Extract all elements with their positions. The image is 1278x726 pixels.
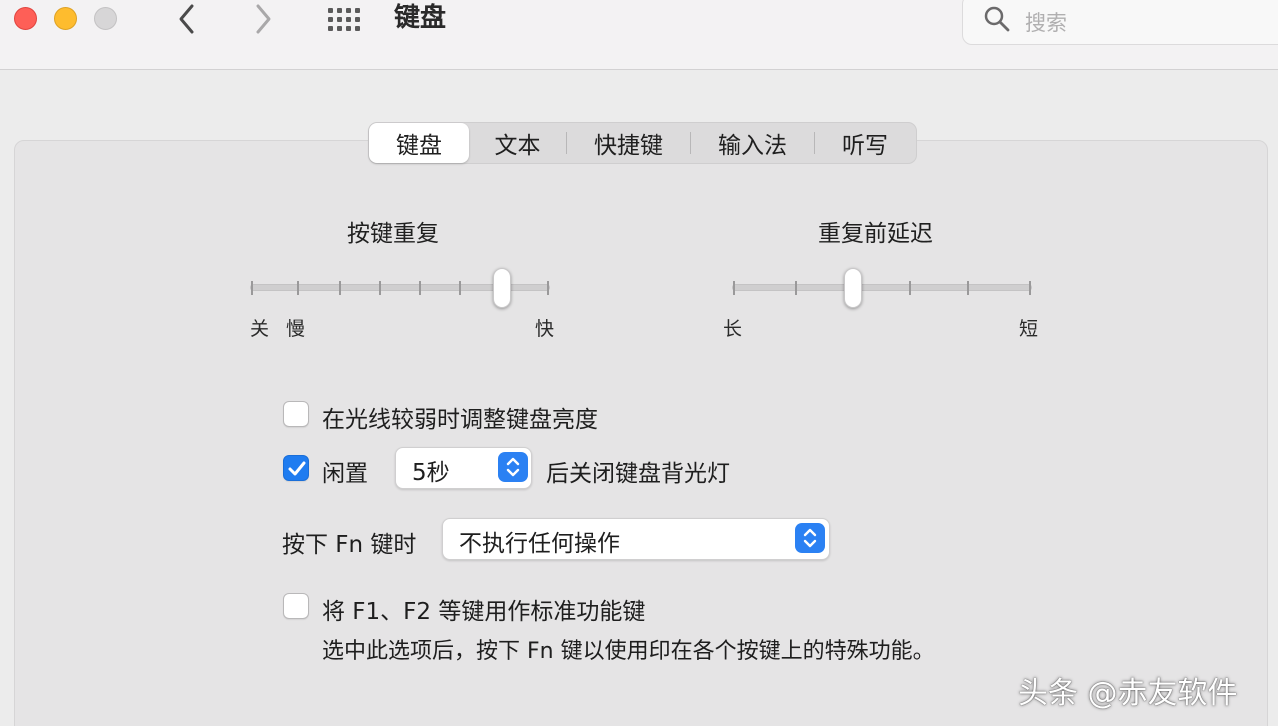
- standard-function-keys-description: 选中此选项后，按下 Fn 键以使用印在各个按键上的特殊功能。: [322, 639, 935, 664]
- window-title: 键盘: [394, 3, 447, 33]
- fn-key-action-value: 不执行任何操作: [459, 531, 620, 557]
- adjust-brightness-label: 在光线较弱时调整键盘亮度: [322, 407, 598, 433]
- standard-function-keys-checkbox[interactable]: [283, 593, 309, 619]
- key-repeat-off-label: 关: [250, 318, 270, 340]
- up-down-chevron-icon: [803, 528, 817, 548]
- tab-label: 键盘: [396, 133, 442, 159]
- zoom-window-button[interactable]: [94, 7, 117, 30]
- delay-short-label: 短: [1019, 318, 1039, 340]
- popup-stepper: [795, 523, 825, 553]
- search-icon: [984, 6, 1010, 32]
- turn-off-backlight-checkbox[interactable]: [283, 455, 309, 481]
- adjust-brightness-checkbox[interactable]: [283, 401, 309, 427]
- backlight-duration-popup[interactable]: 5秒: [395, 447, 532, 489]
- key-repeat-fast-label: 快: [535, 318, 555, 340]
- tab-shortcuts[interactable]: 快捷键: [567, 123, 690, 163]
- tab-bar: 键盘 文本 快捷键 输入法 听写: [368, 122, 917, 164]
- search-placeholder: 搜索: [1025, 11, 1067, 35]
- tab-label: 输入法: [718, 133, 787, 159]
- close-window-button[interactable]: [14, 7, 37, 30]
- tab-label: 听写: [842, 133, 888, 159]
- delay-until-repeat-title: 重复前延迟: [818, 221, 933, 247]
- key-repeat-slider-knob[interactable]: [493, 268, 511, 308]
- tab-text[interactable]: 文本: [469, 123, 566, 163]
- checkmark-icon: [288, 461, 306, 476]
- standard-function-keys-label: 将 F1、F2 等键用作标准功能键: [322, 599, 646, 625]
- tab-dictation[interactable]: 听写: [815, 123, 915, 163]
- delay-long-label: 长: [723, 318, 743, 340]
- watermark-text: 头条 @赤友软件: [1018, 676, 1238, 711]
- title-bar: 键盘 搜索: [0, 0, 1278, 70]
- tab-label: 文本: [494, 133, 541, 159]
- backlight-suffix-label: 后关闭键盘背光灯: [546, 461, 730, 487]
- fn-key-action-popup[interactable]: 不执行任何操作: [442, 518, 830, 560]
- minimize-window-button[interactable]: [54, 7, 77, 30]
- chevron-left-icon: [179, 4, 194, 34]
- delay-until-repeat-slider-knob[interactable]: [844, 268, 862, 308]
- back-button[interactable]: [172, 2, 202, 36]
- tab-label: 快捷键: [594, 133, 663, 159]
- up-down-chevron-icon: [506, 457, 520, 477]
- show-all-grid-icon[interactable]: [328, 8, 362, 31]
- key-repeat-title: 按键重复: [347, 221, 439, 247]
- tab-keyboard[interactable]: 键盘: [369, 123, 469, 163]
- fn-key-label: 按下 Fn 键时: [282, 532, 417, 558]
- popup-stepper: [498, 452, 528, 482]
- chevron-right-icon: [256, 4, 271, 34]
- backlight-duration-value: 5秒: [412, 460, 450, 486]
- delay-until-repeat-track[interactable]: [732, 284, 1032, 291]
- backlight-prefix-label: 闲置: [322, 461, 368, 487]
- tab-input-sources[interactable]: 输入法: [691, 123, 814, 163]
- search-field[interactable]: 搜索: [962, 0, 1278, 45]
- key-repeat-slow-label: 慢: [286, 318, 306, 340]
- forward-button[interactable]: [248, 2, 278, 36]
